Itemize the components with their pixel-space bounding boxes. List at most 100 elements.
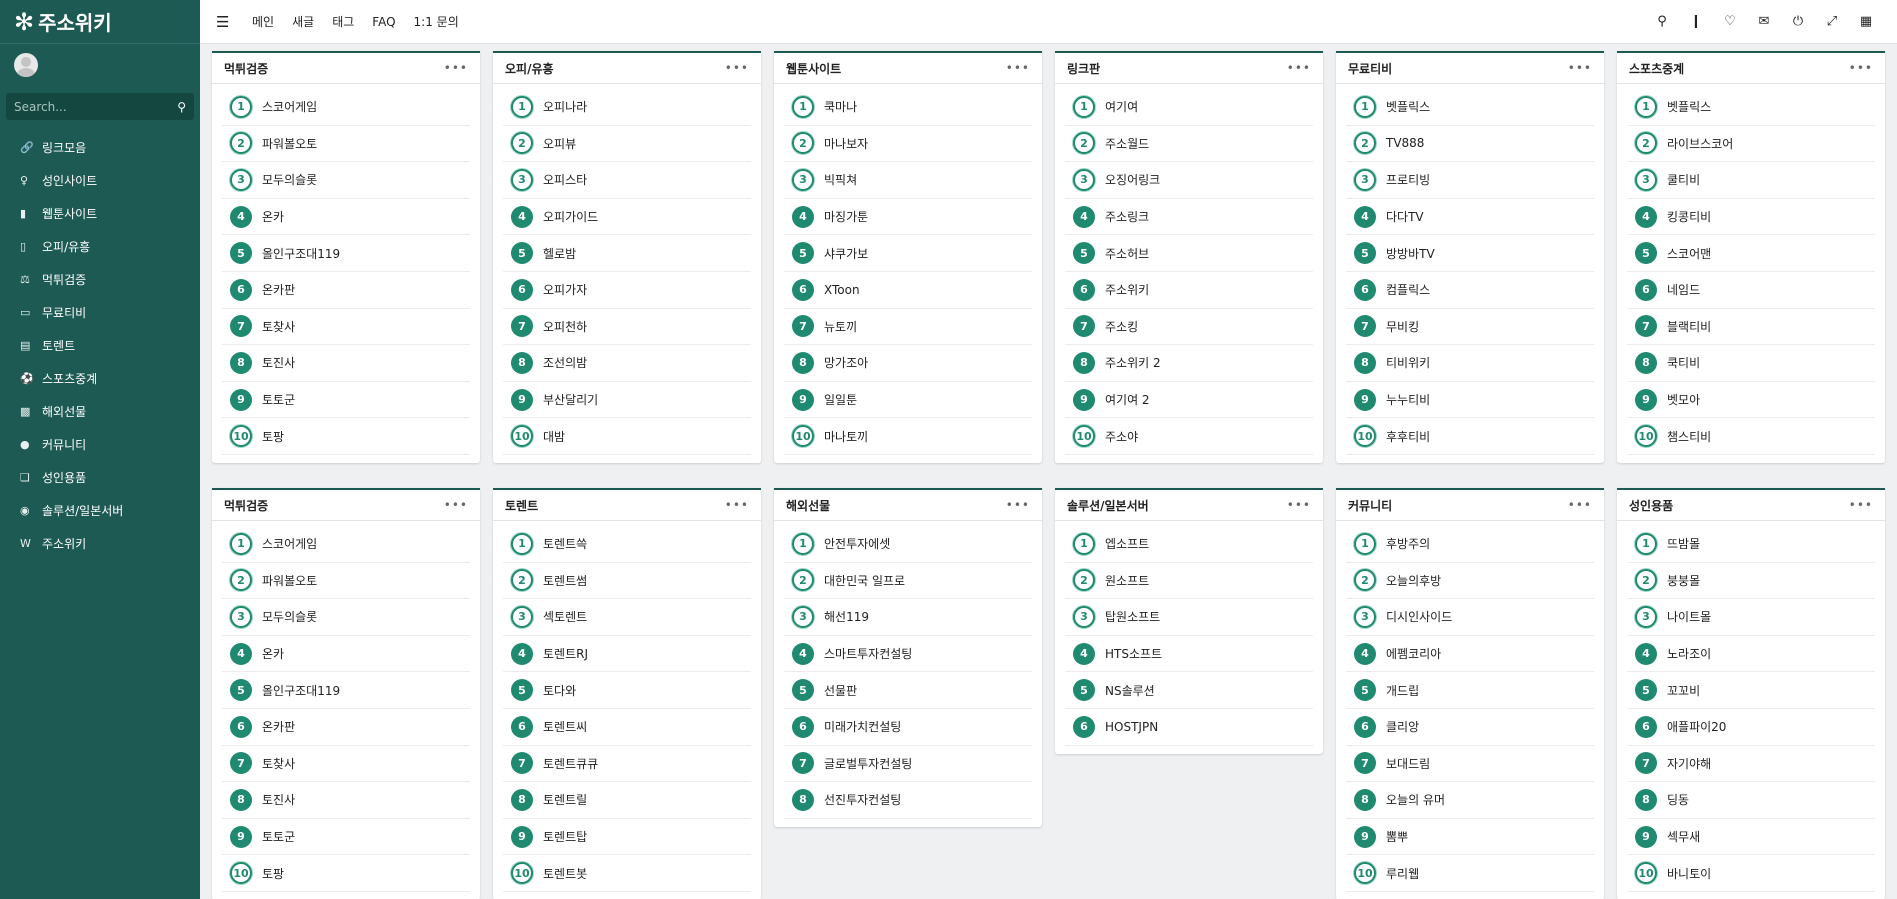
nav-link-inquiry[interactable]: 1:1 문의 (414, 13, 459, 30)
list-item[interactable]: 9 토렌트탑 (503, 819, 751, 856)
sidebar-item[interactable]: W 주소위키 (0, 527, 200, 560)
sidebar-item[interactable]: ❏ 성인용품 (0, 461, 200, 494)
more-options-icon[interactable]: ••• (444, 498, 468, 512)
more-options-icon[interactable]: ••• (1287, 498, 1311, 512)
list-item[interactable]: 5 개드립 (1346, 672, 1594, 709)
list-item[interactable]: 10 바니토이 (1627, 855, 1875, 892)
card-title[interactable]: 커뮤니티 (1348, 497, 1392, 514)
list-item[interactable]: 6 온카판 (222, 709, 470, 746)
list-item[interactable]: 9 일일툰 (784, 382, 1032, 419)
list-item[interactable]: 10 마나토끼 (784, 418, 1032, 455)
card-title[interactable]: 성인용품 (1629, 497, 1673, 514)
list-item[interactable]: 2 붕붕몰 (1627, 563, 1875, 600)
list-item[interactable]: 6 온카판 (222, 272, 470, 309)
list-item[interactable]: 4 온카 (222, 636, 470, 673)
more-options-icon[interactable]: ••• (1006, 61, 1030, 75)
list-item[interactable]: 4 킹콩티비 (1627, 199, 1875, 236)
list-item[interactable]: 10 대밤 (503, 418, 751, 455)
list-item[interactable]: 2 오늘의후방 (1346, 563, 1594, 600)
list-item[interactable]: 4 HTS소프트 (1065, 636, 1313, 673)
list-item[interactable]: 7 뉴토끼 (784, 309, 1032, 346)
list-item[interactable]: 9 누누티비 (1346, 382, 1594, 419)
list-item[interactable]: 1 벳플릭스 (1346, 89, 1594, 126)
nav-link-new-posts[interactable]: 새글 (292, 13, 314, 30)
search-icon[interactable]: ⚲ (1645, 14, 1679, 29)
list-item[interactable]: 4 노라조이 (1627, 636, 1875, 673)
list-item[interactable]: 10 토팡 (222, 418, 470, 455)
power-icon[interactable]: ⏻ (1781, 14, 1815, 29)
list-item[interactable]: 6 주소위키 (1065, 272, 1313, 309)
hamburger-menu-icon[interactable]: ☰ (216, 13, 234, 31)
sidebar-item[interactable]: ▩ 해외선물 (0, 395, 200, 428)
list-item[interactable]: 10 주소야 (1065, 418, 1313, 455)
list-item[interactable]: 6 토렌트씨 (503, 709, 751, 746)
nav-link-main[interactable]: 메인 (252, 13, 274, 30)
list-item[interactable]: 3 디시인사이드 (1346, 599, 1594, 636)
list-item[interactable]: 6 미래가치컨설팅 (784, 709, 1032, 746)
card-title[interactable]: 토렌트 (505, 497, 538, 514)
list-item[interactable]: 10 챔스티비 (1627, 418, 1875, 455)
nav-link-tags[interactable]: 태그 (332, 13, 354, 30)
more-options-icon[interactable]: ••• (1849, 61, 1873, 75)
list-item[interactable]: 9 여기여 2 (1065, 382, 1313, 419)
list-item[interactable]: 6 XToon (784, 272, 1032, 309)
list-item[interactable]: 7 무비킹 (1346, 309, 1594, 346)
list-item[interactable]: 8 토렌트릴 (503, 782, 751, 819)
more-options-icon[interactable]: ••• (1006, 498, 1030, 512)
list-item[interactable]: 2 대한민국 일프로 (784, 563, 1032, 600)
more-options-icon[interactable]: ••• (725, 498, 749, 512)
list-item[interactable]: 3 모두의슬롯 (222, 599, 470, 636)
sidebar-item[interactable]: ▭ 무료티비 (0, 296, 200, 329)
more-options-icon[interactable]: ••• (1568, 498, 1592, 512)
list-item[interactable]: 3 빅픽쳐 (784, 162, 1032, 199)
site-logo[interactable]: ✻ 주소위키 (0, 0, 200, 44)
mail-icon[interactable]: ✉ (1747, 14, 1781, 29)
list-item[interactable]: 3 쿨티비 (1627, 162, 1875, 199)
grid-icon[interactable]: ▦ (1849, 14, 1883, 29)
sidebar-item[interactable]: ● 커뮤니티 (0, 428, 200, 461)
list-item[interactable]: 9 벳모아 (1627, 382, 1875, 419)
list-item[interactable]: 2 라이브스코어 (1627, 126, 1875, 163)
list-item[interactable]: 7 주소킹 (1065, 309, 1313, 346)
list-item[interactable]: 3 섹토렌트 (503, 599, 751, 636)
list-item[interactable]: 7 오피천하 (503, 309, 751, 346)
bookmark-icon[interactable]: ❙ (1679, 14, 1713, 29)
list-item[interactable]: 8 딩동 (1627, 782, 1875, 819)
list-item[interactable]: 9 뽐뿌 (1346, 819, 1594, 856)
more-options-icon[interactable]: ••• (1568, 61, 1592, 75)
more-options-icon[interactable]: ••• (725, 61, 749, 75)
more-options-icon[interactable]: ••• (1287, 61, 1311, 75)
sidebar-item[interactable]: ♀ 성인사이트 (0, 164, 200, 197)
list-item[interactable]: 5 올인구조대119 (222, 235, 470, 272)
sidebar-item[interactable]: ◉ 솔루션/일본서버 (0, 494, 200, 527)
list-item[interactable]: 5 주소허브 (1065, 235, 1313, 272)
sidebar-item[interactable]: ▮ 웹툰사이트 (0, 197, 200, 230)
list-item[interactable]: 5 꼬꼬비 (1627, 672, 1875, 709)
list-item[interactable]: 6 클리앙 (1346, 709, 1594, 746)
list-item[interactable]: 7 보대드림 (1346, 746, 1594, 783)
list-item[interactable]: 8 오늘의 유머 (1346, 782, 1594, 819)
list-item[interactable]: 6 애플파이20 (1627, 709, 1875, 746)
list-item[interactable]: 4 마징가툰 (784, 199, 1032, 236)
list-item[interactable]: 1 오피나라 (503, 89, 751, 126)
list-item[interactable]: 10 루리웹 (1346, 855, 1594, 892)
list-item[interactable]: 5 헬로밤 (503, 235, 751, 272)
nav-link-faq[interactable]: FAQ (372, 15, 395, 29)
list-item[interactable]: 6 네임드 (1627, 272, 1875, 309)
list-item[interactable]: 5 선물판 (784, 672, 1032, 709)
list-item[interactable]: 7 토찾사 (222, 309, 470, 346)
list-item[interactable]: 3 나이트몰 (1627, 599, 1875, 636)
list-item[interactable]: 5 샤쿠가보 (784, 235, 1032, 272)
list-item[interactable]: 1 뜨밤몰 (1627, 526, 1875, 563)
list-item[interactable]: 2 주소월드 (1065, 126, 1313, 163)
list-item[interactable]: 4 스마트투자컨설팅 (784, 636, 1032, 673)
list-item[interactable]: 7 토렌트큐큐 (503, 746, 751, 783)
list-item[interactable]: 5 방방바TV (1346, 235, 1594, 272)
list-item[interactable]: 8 주소위키 2 (1065, 345, 1313, 382)
list-item[interactable]: 9 부산달리기 (503, 382, 751, 419)
list-item[interactable]: 2 TV888 (1346, 126, 1594, 163)
card-title[interactable]: 스포츠중계 (1629, 60, 1684, 77)
list-item[interactable]: 2 마나보자 (784, 126, 1032, 163)
list-item[interactable]: 9 토토군 (222, 382, 470, 419)
expand-icon[interactable]: ⤢ (1815, 14, 1849, 29)
